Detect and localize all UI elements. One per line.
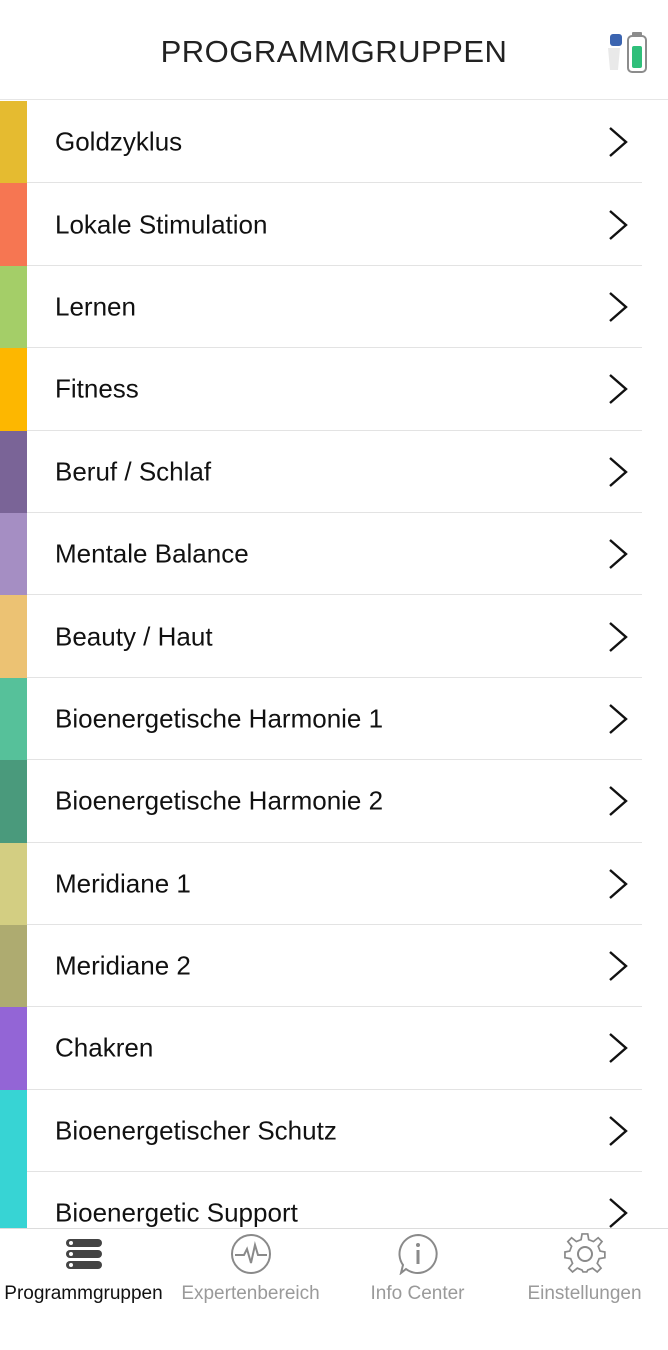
chevron-right-icon — [609, 1033, 628, 1064]
group-color-bar — [0, 677, 27, 761]
device-battery-icon[interactable] — [604, 30, 650, 74]
list-item[interactable]: Fitness — [0, 348, 668, 431]
list-item-label: Beruf / Schlaf — [55, 456, 212, 487]
page-title: PROGRAMMGRUPPEN — [160, 34, 508, 69]
list-item[interactable]: Meridiane 1 — [0, 842, 668, 925]
list-item-label: Bioenergetic Support — [55, 1197, 298, 1228]
list-item-label: Lokale Stimulation — [55, 209, 268, 240]
list-item-label: Goldzyklus — [55, 126, 183, 157]
list-item[interactable]: Chakren — [0, 1007, 668, 1090]
list-item-label: Chakren — [55, 1032, 154, 1063]
group-color-bar — [0, 265, 27, 349]
tab-programmgruppen[interactable]: Programmgruppen — [0, 1229, 167, 1329]
list-item-label: Fitness — [55, 373, 139, 404]
chevron-right-icon — [609, 951, 628, 981]
group-color-bar — [0, 1089, 27, 1173]
chevron-right-icon — [609, 868, 628, 899]
stack-list-icon — [65, 1239, 102, 1269]
list-item-label: Meridiane 1 — [55, 868, 191, 899]
tab-info-center[interactable]: Info Center — [334, 1229, 501, 1329]
tab-label: Expertenbereich — [181, 1283, 320, 1304]
list-item-label: Beauty / Haut — [55, 621, 213, 652]
chevron-right-icon — [609, 621, 628, 652]
list-item-label: Mentale Balance — [55, 538, 249, 569]
list-item[interactable]: Bioenergetischer Schutz — [0, 1089, 668, 1173]
group-color-bar — [0, 183, 27, 266]
chevron-right-icon — [609, 292, 628, 322]
list-item-label: Meridiane 2 — [55, 950, 191, 981]
chevron-right-icon — [609, 1198, 628, 1229]
chevron-right-icon — [609, 786, 628, 817]
chevron-right-icon — [609, 209, 628, 240]
list-item[interactable]: Beauty / Haut — [0, 595, 668, 678]
header-bar: PROGRAMMGRUPPEN — [0, 0, 668, 100]
group-color-bar — [0, 430, 27, 513]
chevron-right-icon — [609, 127, 628, 158]
program-group-list: Goldzyklus Lokale Stimulation Lernen Fit… — [0, 101, 668, 1255]
group-color-bar — [0, 924, 27, 1008]
group-color-bar — [0, 348, 27, 431]
group-color-bar — [0, 1007, 27, 1090]
list-item[interactable]: Goldzyklus — [0, 101, 668, 184]
info-bubble-icon — [398, 1233, 438, 1275]
tab-label: Programmgruppen — [4, 1283, 163, 1304]
group-color-bar — [0, 101, 27, 184]
list-item[interactable]: Bioenergetische Harmonie 1 — [0, 677, 668, 761]
gear-icon — [563, 1233, 606, 1274]
chevron-right-icon — [609, 539, 628, 570]
list-item-label: Bioenergetischer Schutz — [55, 1115, 337, 1146]
list-item-label: Bioenergetische Harmonie 2 — [55, 785, 384, 816]
group-color-bar — [0, 760, 27, 843]
group-color-bar — [0, 512, 27, 596]
list-item[interactable]: Lokale Stimulation — [0, 183, 668, 266]
list-item-label: Bioenergetische Harmonie 1 — [55, 703, 384, 734]
pulse-icon — [230, 1234, 271, 1274]
list-item-label: Lernen — [55, 291, 136, 322]
list-item[interactable]: Meridiane 2 — [0, 924, 668, 1008]
list-item[interactable]: Mentale Balance — [0, 512, 668, 596]
list-item[interactable]: Lernen — [0, 265, 668, 349]
chevron-right-icon — [609, 374, 628, 405]
chevron-right-icon — [609, 704, 628, 734]
bottom-tab-bar: Programmgruppen Expertenbereich Info Cen… — [0, 1228, 668, 1350]
group-color-bar — [0, 842, 27, 925]
tab-label: Info Center — [370, 1283, 465, 1304]
chevron-right-icon — [609, 1115, 628, 1146]
tab-label: Einstellungen — [527, 1283, 642, 1304]
tab-expertenbereich[interactable]: Expertenbereich — [167, 1229, 334, 1329]
tab-einstellungen[interactable]: Einstellungen — [501, 1229, 668, 1329]
chevron-right-icon — [609, 456, 628, 487]
list-item[interactable]: Beruf / Schlaf — [0, 430, 668, 513]
group-color-bar — [0, 595, 27, 678]
list-item[interactable]: Bioenergetische Harmonie 2 — [0, 760, 668, 843]
